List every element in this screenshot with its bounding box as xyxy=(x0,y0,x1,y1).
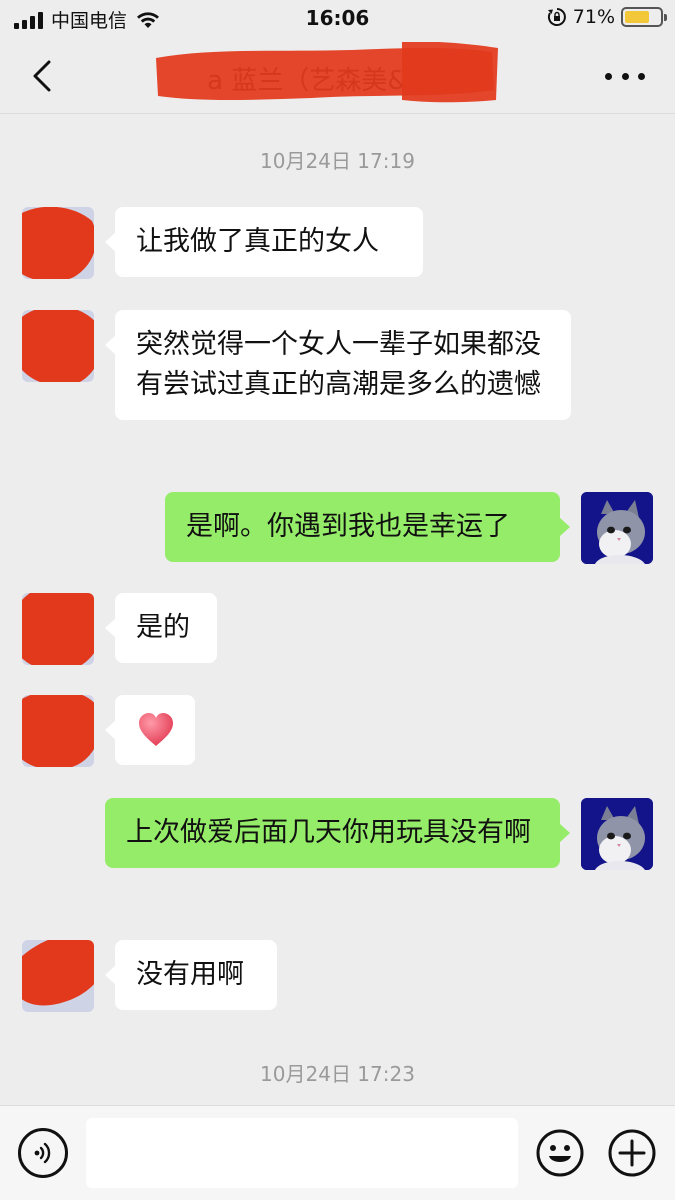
contact-avatar[interactable] xyxy=(22,207,94,279)
message-text: 上次做爱后面几天你用玩具没有啊 xyxy=(126,817,531,848)
message-text: 没有用啊 xyxy=(136,959,244,990)
chat-header: a 蓝兰（艺森美&艺 ） xyxy=(0,38,675,114)
more-dots-icon xyxy=(605,72,612,80)
contact-avatar[interactable] xyxy=(22,940,94,1012)
avatar-redaction-mark xyxy=(22,940,94,1006)
avatar-redaction-mark xyxy=(22,593,94,665)
status-bar: 中国电信 16:06 71% xyxy=(0,0,675,38)
avatar-redaction-mark xyxy=(22,695,94,767)
cat-avatar-image xyxy=(581,798,653,870)
heart-emoji-icon xyxy=(139,713,173,746)
timestamp: 10月24日 17:23 xyxy=(260,1062,415,1086)
message-text: 是的 xyxy=(136,612,190,643)
message-text: 突然觉得一个女人一辈子如果都没有尝试过真正的高潮是多么的遗憾 xyxy=(136,329,541,400)
message-bubble[interactable]: 让我做了真正的女人 xyxy=(105,207,423,277)
message-input[interactable] xyxy=(86,1118,518,1188)
contact-avatar[interactable] xyxy=(22,593,94,665)
message-list[interactable]: 10月24日 17:19 让我做了真正的女人 突然觉得一个女人一辈子如果都没有尝… xyxy=(0,115,675,1105)
voice-icon xyxy=(34,1142,51,1164)
voice-button[interactable] xyxy=(18,1128,68,1178)
emoji-button[interactable] xyxy=(535,1128,585,1178)
input-bar xyxy=(0,1105,675,1200)
battery-level xyxy=(625,11,650,23)
battery-percent: 71% xyxy=(572,6,615,28)
lock-rotation-icon xyxy=(547,8,566,26)
chat-title: a 蓝兰（艺森美&艺 ） xyxy=(207,66,468,96)
message-bubble[interactable] xyxy=(105,695,195,765)
message-bubble[interactable]: 没有用啊 xyxy=(105,940,277,1010)
back-chevron-icon xyxy=(33,60,51,92)
message-bubble[interactable]: 是的 xyxy=(105,593,217,663)
battery-icon xyxy=(621,7,667,27)
my-avatar[interactable] xyxy=(581,798,653,870)
my-avatar[interactable] xyxy=(581,492,653,564)
message-bubble[interactable]: 突然觉得一个女人一辈子如果都没有尝试过真正的高潮是多么的遗憾 xyxy=(105,310,571,420)
message-bubble[interactable]: 上次做爱后面几天你用玩具没有啊 xyxy=(105,798,570,868)
contact-avatar[interactable] xyxy=(22,695,94,767)
message-text: 让我做了真正的女人 xyxy=(136,226,379,257)
back-button[interactable] xyxy=(24,56,60,96)
message-bubble[interactable]: 是啊。你遇到我也是幸运了 xyxy=(165,492,570,562)
more-button[interactable] xyxy=(605,64,645,88)
avatar-redaction-mark xyxy=(22,310,94,382)
avatar-redaction-mark xyxy=(22,207,94,279)
contact-avatar[interactable] xyxy=(22,310,94,382)
cat-avatar-image xyxy=(581,492,653,564)
message-text: 是啊。你遇到我也是幸运了 xyxy=(186,511,510,542)
plus-button[interactable] xyxy=(607,1128,657,1178)
timestamp: 10月24日 17:19 xyxy=(260,149,415,173)
